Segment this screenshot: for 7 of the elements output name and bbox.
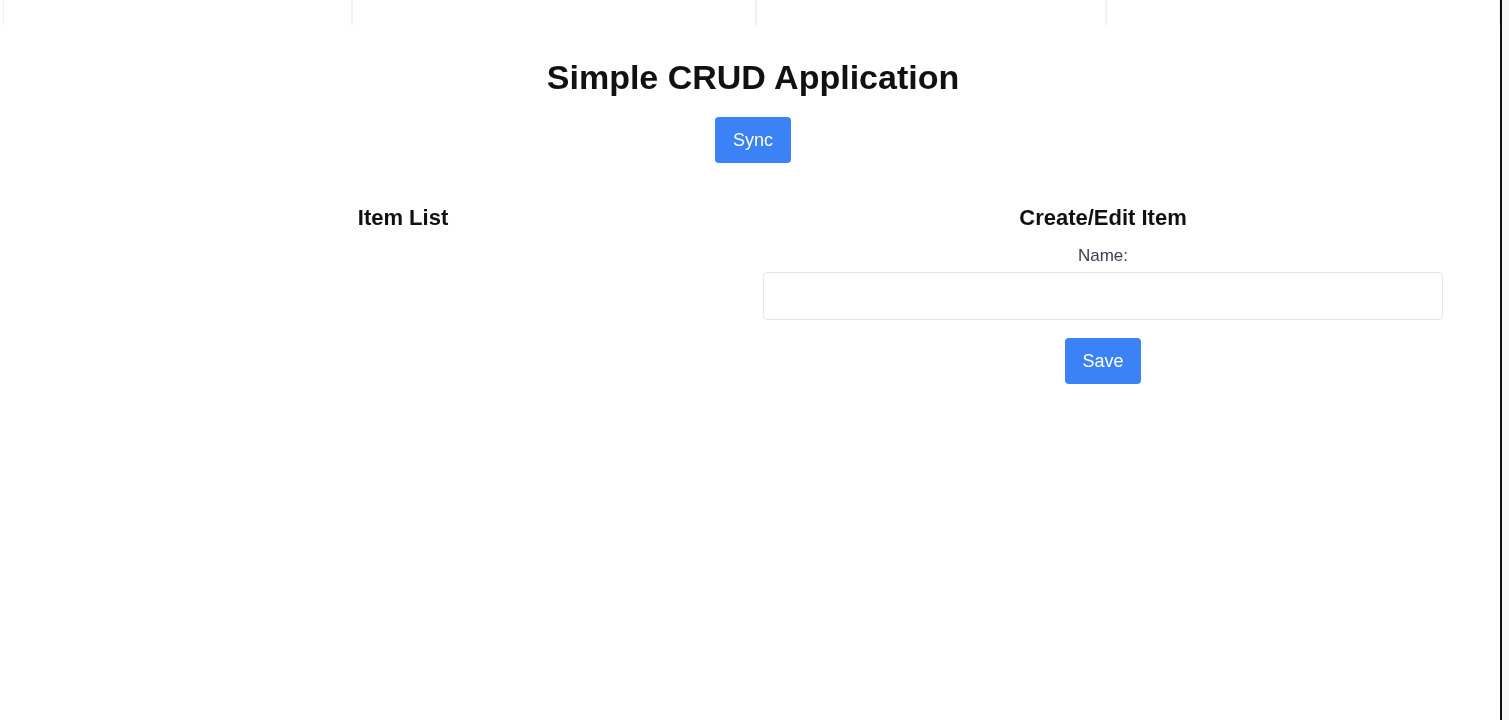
name-input-field[interactable]: [763, 272, 1443, 320]
item-list-heading: Item List: [357, 204, 449, 232]
sync-button[interactable]: Sync: [715, 117, 791, 163]
name-label: Name:: [1077, 245, 1129, 267]
save-button[interactable]: Save: [1065, 338, 1141, 384]
editor-heading: Create/Edit Item: [1019, 204, 1187, 232]
page-title: Simple CRUD Application: [546, 57, 960, 97]
